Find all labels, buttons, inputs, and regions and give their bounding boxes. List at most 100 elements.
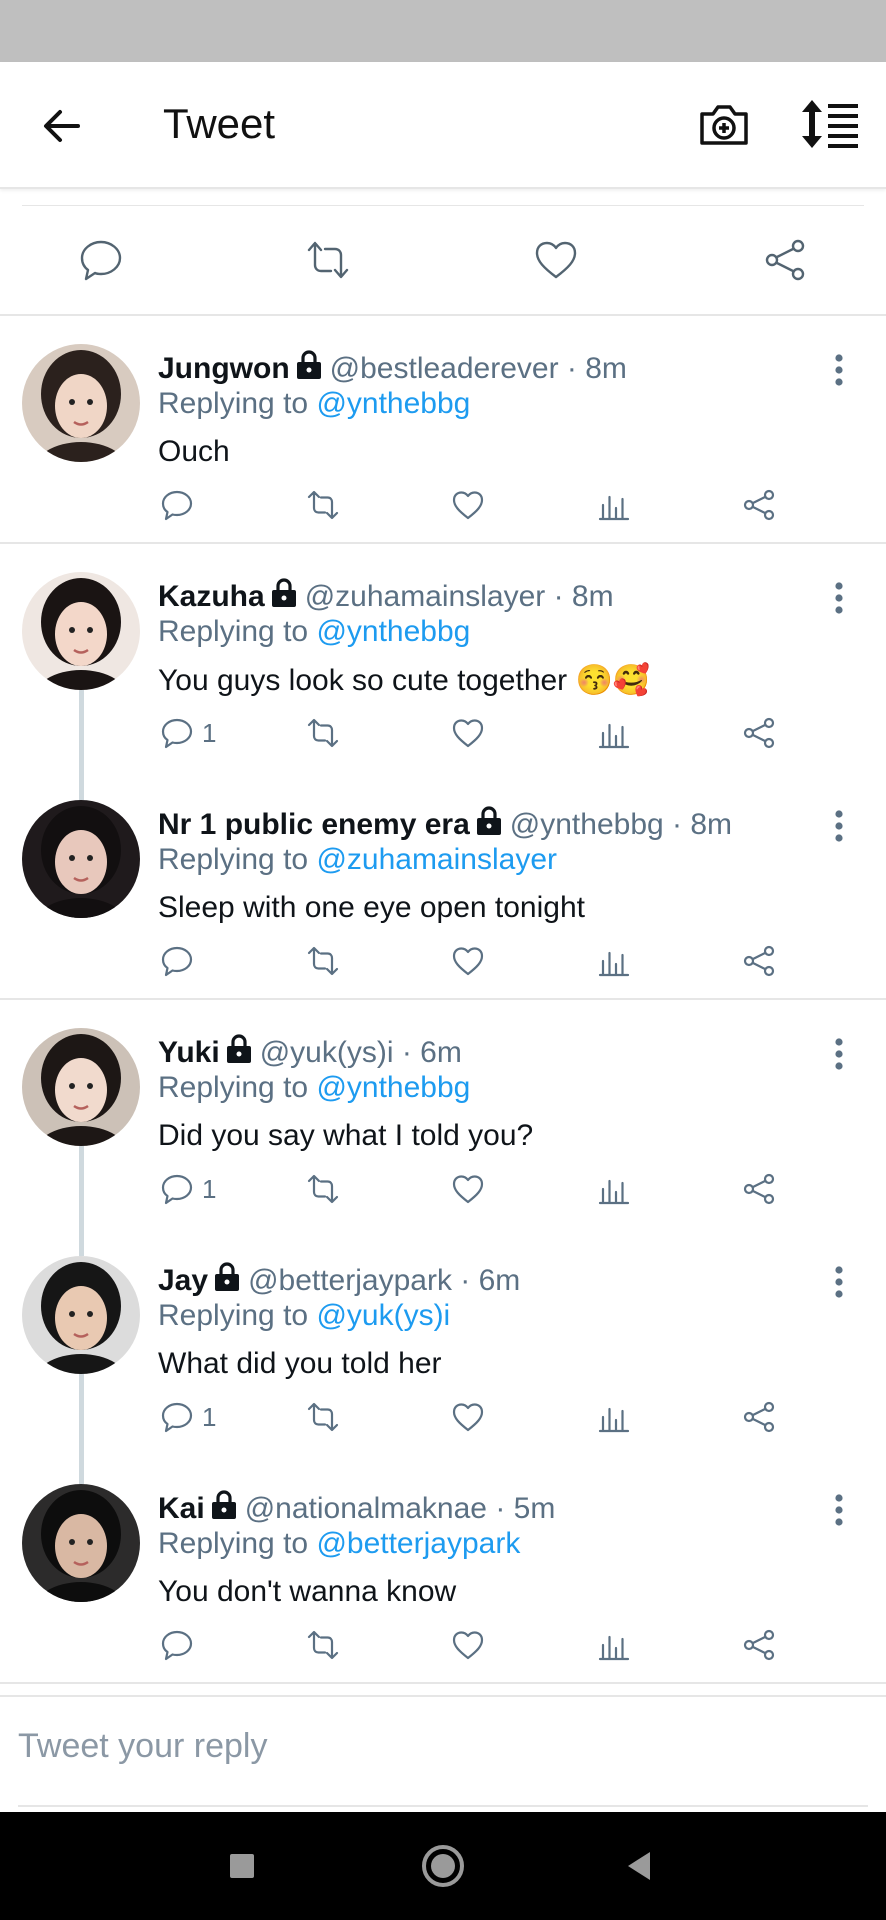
- share-icon[interactable]: [742, 488, 776, 522]
- like-icon[interactable]: [451, 716, 485, 750]
- retweet-icon[interactable]: [306, 488, 340, 522]
- more-options-icon[interactable]: [826, 1034, 852, 1074]
- like-icon[interactable]: [451, 1400, 485, 1434]
- display-name[interactable]: Jay: [158, 1264, 208, 1297]
- reply-icon[interactable]: [160, 944, 194, 978]
- like-icon[interactable]: [451, 1628, 485, 1662]
- lock-icon: [271, 578, 296, 607]
- display-name[interactable]: Jungwon: [158, 352, 290, 385]
- retweet-icon[interactable]: [306, 1628, 340, 1662]
- timestamp: · 6m: [460, 1264, 521, 1297]
- like-icon[interactable]: [451, 488, 485, 522]
- more-options-icon[interactable]: [826, 578, 852, 618]
- replying-to: Replying to @zuhamainslayer: [158, 843, 557, 877]
- mention-link[interactable]: @ynthebbg: [316, 615, 470, 648]
- display-name[interactable]: Kazuha: [158, 580, 265, 613]
- mention-link[interactable]: @ynthebbg: [316, 1071, 470, 1104]
- divider: [22, 205, 864, 206]
- reply-input[interactable]: [18, 1721, 858, 1771]
- timestamp: · 5m: [495, 1492, 556, 1525]
- handle[interactable]: @ynthebbg: [510, 808, 664, 841]
- reply-icon[interactable]: [160, 488, 194, 522]
- share-icon[interactable]: [742, 1172, 776, 1206]
- sort-icon[interactable]: [800, 98, 862, 150]
- display-name[interactable]: Kai: [158, 1492, 205, 1525]
- retweet-icon[interactable]: [305, 237, 351, 283]
- avatar[interactable]: [22, 1256, 140, 1374]
- reply-icon[interactable]: [160, 1172, 194, 1206]
- share-icon[interactable]: [742, 1628, 776, 1662]
- reply-count: 1: [202, 1402, 217, 1432]
- retweet-icon[interactable]: [306, 1400, 340, 1434]
- analytics-icon[interactable]: [597, 716, 631, 750]
- retweet-icon[interactable]: [306, 1172, 340, 1206]
- mention-link[interactable]: @ynthebbg: [316, 387, 470, 420]
- more-options-icon[interactable]: [826, 806, 852, 846]
- replying-to: Replying to @ynthebbg: [158, 615, 470, 649]
- tweet-action-bar: [0, 189, 886, 316]
- share-icon[interactable]: [742, 716, 776, 750]
- reply-item[interactable]: Yuki @yuk(ys)i · 6m Replying to @ynthebbg D…: [0, 1000, 886, 1242]
- thread-line: [79, 1214, 84, 1256]
- reply-actions: [0, 1628, 886, 1668]
- avatar[interactable]: [22, 572, 140, 690]
- like-icon[interactable]: [451, 1172, 485, 1206]
- analytics-icon[interactable]: [597, 1628, 631, 1662]
- reply-item[interactable]: Kai @nationalmaknae · 5m Replying to @bett…: [0, 1442, 886, 1684]
- mention-link[interactable]: @zuhamainslayer: [316, 843, 557, 876]
- lock-icon: [296, 350, 321, 379]
- display-name[interactable]: Nr 1 public enemy era: [158, 808, 470, 841]
- reply-text: You don't wanna know: [158, 1575, 457, 1608]
- lock-icon: [476, 806, 501, 835]
- analytics-icon[interactable]: [597, 944, 631, 978]
- mention-link[interactable]: @yuk(ys)i: [316, 1299, 450, 1332]
- reply-actions: 1: [0, 1172, 886, 1212]
- handle[interactable]: @yuk(ys)i: [260, 1036, 394, 1069]
- reply-icon[interactable]: [78, 237, 124, 283]
- avatar[interactable]: [22, 1484, 140, 1602]
- reply-icon[interactable]: [160, 716, 194, 750]
- reply-icon[interactable]: [160, 1628, 194, 1662]
- share-icon[interactable]: [742, 944, 776, 978]
- replying-to-label: Replying to: [158, 843, 309, 876]
- like-icon[interactable]: [533, 237, 579, 283]
- analytics-icon[interactable]: [597, 1172, 631, 1206]
- handle[interactable]: @betterjaypark: [248, 1264, 452, 1297]
- analytics-icon[interactable]: [597, 488, 631, 522]
- share-icon[interactable]: [762, 237, 808, 283]
- thread-line: [79, 1442, 84, 1484]
- like-icon[interactable]: [451, 944, 485, 978]
- avatar[interactable]: [22, 344, 140, 462]
- retweet-icon[interactable]: [306, 716, 340, 750]
- reply-item[interactable]: Nr 1 public enemy era @ynthebbg · 8m Reply…: [0, 758, 886, 1000]
- reply-text: Sleep with one eye open tonight: [158, 891, 585, 924]
- replying-to-label: Replying to: [158, 1071, 309, 1104]
- more-options-icon[interactable]: [826, 1490, 852, 1530]
- reply-header: Nr 1 public enemy era @ynthebbg · 8m: [158, 806, 732, 842]
- more-options-icon[interactable]: [826, 1262, 852, 1302]
- display-name[interactable]: Yuki: [158, 1036, 220, 1069]
- reply-item[interactable]: Jay @betterjaypark · 6m Replying to @yuk(y…: [0, 1214, 886, 1470]
- handle[interactable]: @nationalmaknae: [245, 1492, 487, 1525]
- reply-actions: 1: [0, 1400, 886, 1440]
- back-triangle-icon[interactable]: [616, 1842, 664, 1890]
- share-icon[interactable]: [742, 1400, 776, 1434]
- avatar[interactable]: [22, 800, 140, 918]
- home-circle-icon[interactable]: [419, 1842, 467, 1890]
- arrow-left-icon[interactable]: [38, 102, 86, 150]
- retweet-icon[interactable]: [306, 944, 340, 978]
- more-options-icon[interactable]: [826, 350, 852, 390]
- recents-square-icon[interactable]: [218, 1842, 266, 1890]
- analytics-icon[interactable]: [597, 1400, 631, 1434]
- handle[interactable]: @bestleaderever: [330, 352, 559, 385]
- reply-item[interactable]: Kazuha @zuhamainslayer · 8m Replying to @y…: [0, 544, 886, 786]
- mention-link[interactable]: @betterjaypark: [316, 1527, 520, 1560]
- handle[interactable]: @zuhamainslayer: [305, 580, 546, 613]
- reply-icon[interactable]: [160, 1400, 194, 1434]
- camera-add-icon[interactable]: [698, 98, 750, 150]
- timestamp: · 8m: [672, 808, 733, 841]
- avatar[interactable]: [22, 1028, 140, 1146]
- reply-composer: [0, 1695, 886, 1807]
- reply-header: Jay @betterjaypark · 6m: [158, 1262, 520, 1298]
- reply-item[interactable]: Jungwon @bestleaderever · 8m Replying to @…: [0, 316, 886, 544]
